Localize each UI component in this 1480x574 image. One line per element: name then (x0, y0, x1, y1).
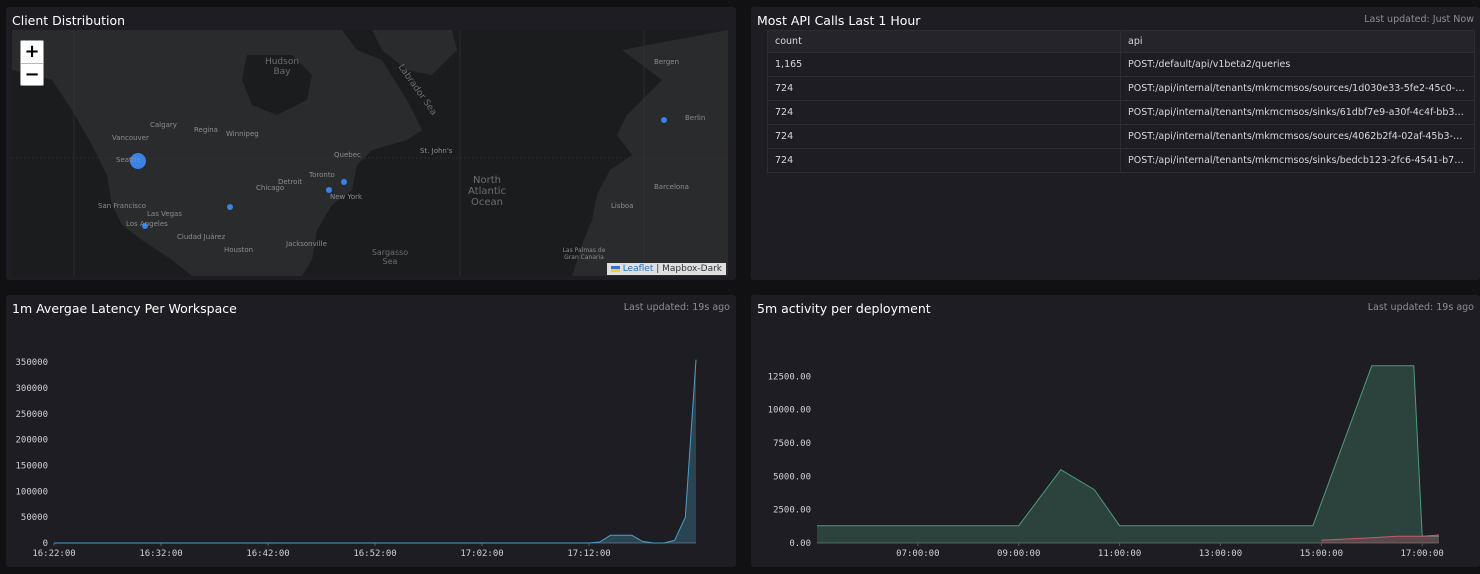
map-label-sargasso-sea: Sargasso Sea (371, 248, 409, 266)
x-tick-label: 16:32:00 (139, 549, 182, 559)
map-label-los-angeles: Los Angeles (126, 220, 168, 228)
last-updated: Last updated: Just Now (1364, 14, 1474, 25)
activity-chart[interactable]: 0.00 2500.00 5000.00 7500.00 10000.00 12500.0… (751, 295, 1480, 567)
cell-count: 724 (767, 100, 1121, 125)
y-tick-label: 7500.00 (773, 439, 811, 449)
panel-title: Client Distribution (12, 13, 126, 28)
zoom-in-button[interactable]: + (21, 41, 43, 63)
panel-title: Most API Calls Last 1 Hour (757, 13, 921, 28)
y-tick-label: 150000 (15, 462, 48, 472)
y-tick-label: 250000 (15, 410, 48, 420)
y-tick-label: 100000 (15, 487, 48, 497)
map-label-st-johns: St. John's (420, 147, 453, 155)
y-tick-label: 12500.00 (768, 372, 811, 382)
ukraine-flag-icon (610, 265, 620, 272)
y-tick-label: 50000 (21, 513, 48, 523)
x-tick-label: 16:42:00 (246, 549, 289, 559)
table-row: 724 POST:/api/internal/tenants/mkmcmsos/s… (767, 100, 1475, 125)
cell-count: 724 (767, 124, 1121, 149)
y-tick-label: 10000.00 (768, 406, 811, 416)
map-label-new-york: New York (330, 193, 363, 201)
y-tick-label: 300000 (15, 384, 48, 394)
map-basemap (12, 30, 728, 276)
client-map[interactable]: Hudson Bay Labrador Sea North Atlantic O… (12, 30, 728, 276)
y-tick-label: 2500.00 (773, 506, 811, 516)
table-row: 724 POST:/api/internal/tenants/mkmcmsos/s… (767, 76, 1475, 101)
api-calls-table: count api 1,165 POST:/default/api/v1beta2… (767, 30, 1475, 173)
table-row: 724 POST:/api/internal/tenants/mkmcmsos/s… (767, 148, 1475, 173)
map-label-barcelona: Barcelona (654, 183, 689, 191)
cell-count: 724 (767, 76, 1121, 101)
series-line-0 (54, 359, 697, 544)
x-tick-label: 07:00:00 (896, 549, 939, 559)
mapbox-attribution: Mapbox-Dark (662, 264, 722, 274)
map-label-quebec: Quebec (334, 151, 361, 159)
map-label-houston: Houston (224, 246, 254, 254)
x-tick-label: 17:02:00 (460, 549, 503, 559)
zoom-control: + − (20, 40, 44, 86)
map-label-las-vegas: Las Vegas (147, 210, 182, 218)
x-tick-label: 16:22:00 (32, 549, 75, 559)
map-label-berlin: Berlin (685, 114, 706, 122)
cell-api: POST:/api/internal/tenants/mkmcmsos/sink… (1120, 100, 1475, 125)
map-attribution: Leaflet | Mapbox-Dark (606, 263, 726, 275)
cell-api: POST:/api/internal/tenants/mkmcmsos/sour… (1120, 124, 1475, 149)
cell-api: POST:/default/api/v1beta2/queries (1120, 52, 1475, 77)
cell-count: 1,165 (767, 52, 1121, 77)
api-calls-panel: Most API Calls Last 1 Hour Last updated:… (751, 7, 1480, 280)
zoom-out-button[interactable]: − (21, 63, 43, 85)
client-marker[interactable] (341, 179, 347, 185)
activity-panel: 5m activity per deployment Last updated:… (751, 295, 1480, 567)
table-row: 724 POST:/api/internal/tenants/mkmcmsos/s… (767, 124, 1475, 149)
y-tick-label: 350000 (15, 358, 48, 368)
y-tick-label: 200000 (15, 436, 48, 446)
client-marker[interactable] (227, 204, 233, 210)
latency-chart[interactable]: 0 50000 100000 150000 200000 250000 300000 3500… (6, 295, 736, 567)
x-tick-label: 16:52:00 (353, 549, 396, 559)
series-area-0 (817, 365, 1439, 543)
client-distribution-panel: Client Distribution Hudson Bay Labrador … (6, 7, 736, 280)
x-tick-label: 17:12:00 (567, 549, 610, 559)
latency-panel: 1m Avergae Latency Per Workspace Last up… (6, 295, 736, 567)
map-label-winnipeg: Winnipeg (226, 130, 259, 138)
x-tick-label: 13:00:00 (1199, 549, 1242, 559)
map-label-san-francisco: San Francisco (98, 202, 147, 210)
map-label-calgary: Calgary (150, 121, 177, 129)
x-tick-label: 15:00:00 (1300, 549, 1343, 559)
map-label-regina: Regina (194, 126, 218, 134)
cell-api: POST:/api/internal/tenants/mkmcmsos/sour… (1120, 76, 1475, 101)
y-tick-label: 0 (43, 539, 48, 549)
x-tick-label: 11:00:00 (1098, 549, 1141, 559)
map-label-bergen: Bergen (654, 58, 680, 66)
map-label-toronto: Toronto (309, 171, 335, 179)
map-label-jacksonville: Jacksonville (286, 240, 327, 248)
y-tick-label: 0.00 (789, 539, 811, 549)
series-area-0 (54, 359, 696, 543)
map-label-vancouver: Vancouver (112, 134, 149, 142)
cell-count: 724 (767, 148, 1121, 173)
x-tick-label: 09:00:00 (997, 549, 1040, 559)
client-marker[interactable] (661, 117, 667, 123)
y-tick-label: 5000.00 (773, 472, 811, 482)
map-label-las-palmas: Las Palmas de Gran Canaria (562, 247, 606, 261)
map-label-ciudad-juarez: Ciudad Juárez (177, 233, 226, 241)
map-label-hudson-bay: Hudson Bay (264, 57, 300, 77)
attribution-separator: | (653, 264, 663, 274)
table-row: 1,165 POST:/default/api/v1beta2/queries (767, 52, 1475, 77)
map-label-north-atlantic: North Atlantic Ocean (467, 175, 507, 208)
map-label-seattle: Seattle (116, 156, 141, 164)
column-header-count[interactable]: count (767, 30, 1121, 53)
table-header-row: count api (767, 30, 1475, 53)
map-label-detroit: Detroit (278, 178, 303, 186)
x-tick-label: 17:00:00 (1401, 549, 1444, 559)
cell-api: POST:/api/internal/tenants/mkmcmsos/sink… (1120, 148, 1475, 173)
leaflet-link[interactable]: Leaflet (623, 264, 654, 274)
map-label-lisboa: Lisboa (611, 202, 634, 210)
column-header-api[interactable]: api (1120, 30, 1475, 53)
